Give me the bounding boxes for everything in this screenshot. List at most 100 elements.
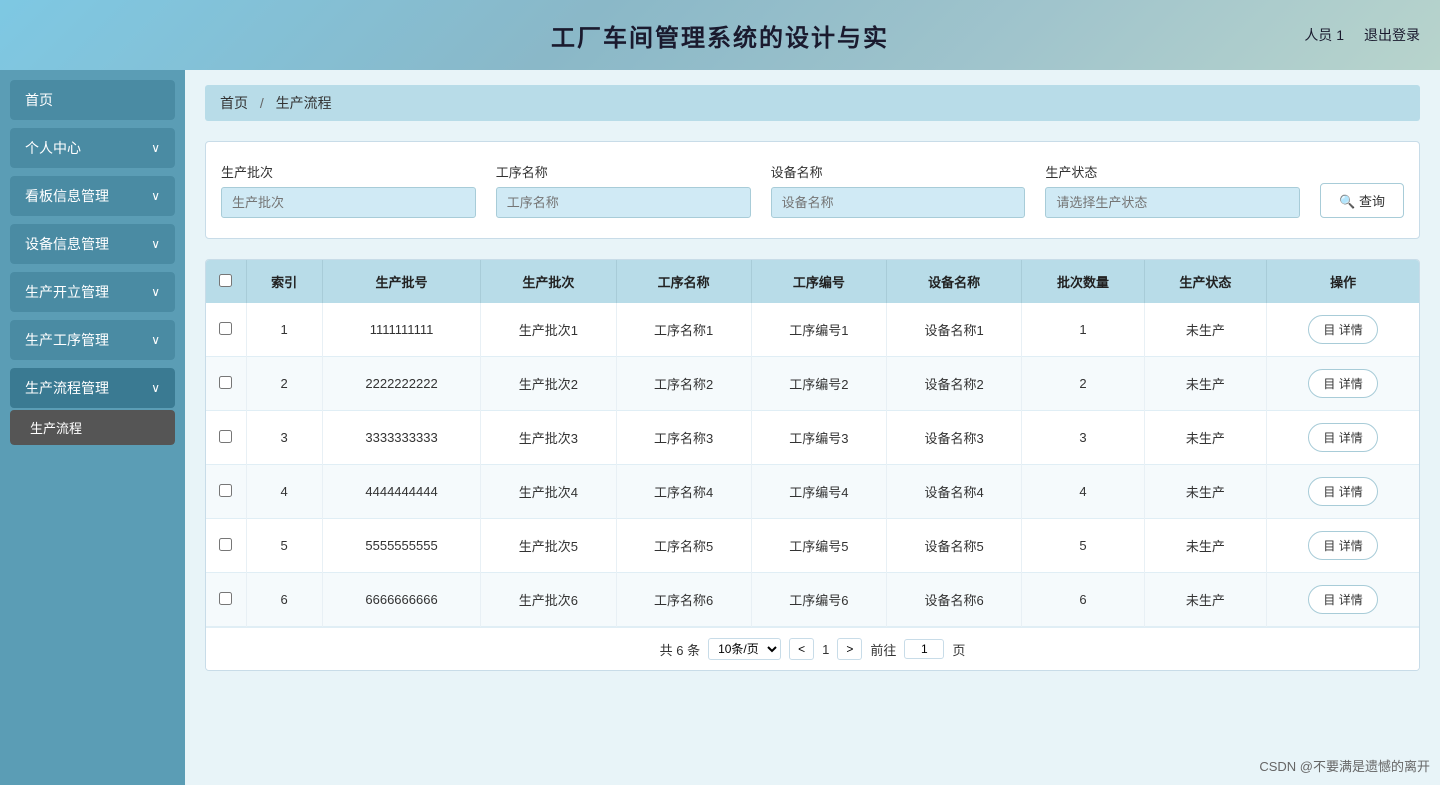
row-process-no: 工序编号5	[751, 519, 886, 573]
sidebar-item-production-flow-sub[interactable]: 生产流程	[10, 410, 175, 445]
row-batch-no: 2222222222	[322, 357, 480, 411]
row-index: 5	[246, 519, 322, 573]
layout: 首页 个人中心 ∨ 看板信息管理 ∨ 设备信息管理 ∨	[0, 70, 1440, 785]
pagination-next-button[interactable]: >	[837, 638, 862, 660]
row-status: 未生产	[1144, 519, 1266, 573]
row-device: 设备名称2	[887, 357, 1022, 411]
row-index: 4	[246, 465, 322, 519]
search-field-status: 生产状态	[1045, 162, 1300, 218]
user-info: 人员 1	[1304, 25, 1344, 45]
row-batch-no: 1111111111	[322, 303, 480, 357]
detail-button[interactable]: 目 详情	[1308, 477, 1377, 506]
th-action: 操作	[1267, 260, 1419, 303]
row-action: 目 详情	[1267, 357, 1419, 411]
header: 工厂车间管理系统的设计与实 人员 1 退出登录	[0, 0, 1440, 70]
search-input-batch[interactable]	[221, 187, 476, 218]
sidebar-equipment-label: 设备信息管理	[25, 234, 109, 254]
row-status: 未生产	[1144, 411, 1266, 465]
row-checkbox-cell	[206, 303, 246, 357]
th-batch: 生产批次	[481, 260, 616, 303]
sidebar-production-process-button[interactable]: 生产工序管理 ∨	[10, 320, 175, 360]
sidebar-home-button[interactable]: 首页	[10, 80, 175, 120]
detail-button[interactable]: 目 详情	[1308, 423, 1377, 452]
search-label-batch: 生产批次	[221, 162, 476, 181]
row-index: 3	[246, 411, 322, 465]
search-label-status: 生产状态	[1045, 162, 1300, 181]
sidebar-production-flow-button[interactable]: 生产流程管理 ∨	[10, 368, 175, 408]
sidebar: 首页 个人中心 ∨ 看板信息管理 ∨ 设备信息管理 ∨	[0, 70, 185, 785]
search-label-process-name: 工序名称	[496, 162, 751, 181]
row-process-name: 工序名称2	[616, 357, 751, 411]
row-checkbox[interactable]	[219, 592, 232, 605]
row-batch: 生产批次4	[481, 465, 616, 519]
pagination-prev-button[interactable]: <	[789, 638, 814, 660]
row-process-no: 工序编号1	[751, 303, 886, 357]
breadcrumb-separator: /	[260, 95, 264, 111]
pagination-page-number: 1	[822, 642, 829, 657]
row-action: 目 详情	[1267, 573, 1419, 627]
pagination-goto-input[interactable]	[904, 639, 944, 659]
row-checkbox[interactable]	[219, 538, 232, 551]
table: 索引 生产批号 生产批次 工序名称 工序编号 设备名称 批次数量 生产状态 操作	[206, 260, 1419, 627]
th-quantity: 批次数量	[1022, 260, 1144, 303]
row-device: 设备名称3	[887, 411, 1022, 465]
row-quantity: 2	[1022, 357, 1144, 411]
search-button[interactable]: 🔍 查询	[1320, 183, 1404, 218]
row-checkbox[interactable]	[219, 322, 232, 335]
row-batch-no: 4444444444	[322, 465, 480, 519]
search-field-batch: 生产批次	[221, 162, 476, 218]
detail-button[interactable]: 目 详情	[1308, 315, 1377, 344]
table-row: 5 5555555555 生产批次5 工序名称5 工序编号5 设备名称5 5 未…	[206, 519, 1419, 573]
sidebar-production-open-button[interactable]: 生产开立管理 ∨	[10, 272, 175, 312]
sidebar-equipment-button[interactable]: 设备信息管理 ∨	[10, 224, 175, 264]
search-input-process-name[interactable]	[496, 187, 751, 218]
pagination-page-unit: 页	[952, 640, 965, 659]
row-quantity: 5	[1022, 519, 1144, 573]
sidebar-item-production-process: 生产工序管理 ∨	[10, 320, 175, 360]
row-batch-no: 5555555555	[322, 519, 480, 573]
row-batch: 生产批次6	[481, 573, 616, 627]
row-batch: 生产批次2	[481, 357, 616, 411]
row-index: 6	[246, 573, 322, 627]
row-batch: 生产批次3	[481, 411, 616, 465]
sidebar-production-flow-label: 生产流程管理	[25, 378, 109, 398]
row-checkbox-cell	[206, 465, 246, 519]
sidebar-personal-button[interactable]: 个人中心 ∨	[10, 128, 175, 168]
detail-button[interactable]: 目 详情	[1308, 585, 1377, 614]
sidebar-item-equipment: 设备信息管理 ∨	[10, 224, 175, 264]
row-quantity: 4	[1022, 465, 1144, 519]
search-input-status[interactable]	[1045, 187, 1300, 218]
table-header-row: 索引 生产批号 生产批次 工序名称 工序编号 设备名称 批次数量 生产状态 操作	[206, 260, 1419, 303]
detail-button[interactable]: 目 详情	[1308, 369, 1377, 398]
row-status: 未生产	[1144, 303, 1266, 357]
row-batch-no: 6666666666	[322, 573, 480, 627]
row-process-no: 工序编号3	[751, 411, 886, 465]
row-checkbox[interactable]	[219, 376, 232, 389]
detail-button[interactable]: 目 详情	[1308, 531, 1377, 560]
sidebar-item-production-open: 生产开立管理 ∨	[10, 272, 175, 312]
search-input-device-name[interactable]	[771, 187, 1026, 218]
main-content: 首页 / 生产流程 生产批次 工序名称 设备名称 生产状态	[185, 70, 1440, 785]
breadcrumb-home[interactable]: 首页	[220, 95, 248, 111]
row-checkbox[interactable]	[219, 430, 232, 443]
row-process-name: 工序名称1	[616, 303, 751, 357]
search-icon: 🔍	[1339, 194, 1355, 209]
row-status: 未生产	[1144, 357, 1266, 411]
page-size-select[interactable]: 10条/页 20条/页 50条/页	[708, 638, 781, 660]
row-checkbox[interactable]	[219, 484, 232, 497]
sidebar-production-process-label: 生产工序管理	[25, 330, 109, 350]
th-checkbox	[206, 260, 246, 303]
sidebar-personal-label: 个人中心	[25, 138, 81, 158]
logout-button[interactable]: 退出登录	[1364, 25, 1420, 45]
row-process-no: 工序编号2	[751, 357, 886, 411]
pagination-total: 共 6 条	[660, 640, 700, 659]
sidebar-item-home: 首页	[10, 80, 175, 120]
select-all-checkbox[interactable]	[219, 274, 232, 287]
row-checkbox-cell	[206, 411, 246, 465]
search-button-label: 查询	[1359, 194, 1385, 209]
chevron-down-icon: ∨	[151, 141, 160, 155]
table-row: 2 2222222222 生产批次2 工序名称2 工序编号2 设备名称2 2 未…	[206, 357, 1419, 411]
sidebar-kanban-button[interactable]: 看板信息管理 ∨	[10, 176, 175, 216]
table-row: 1 1111111111 生产批次1 工序名称1 工序编号1 设备名称1 1 未…	[206, 303, 1419, 357]
search-label-device-name: 设备名称	[771, 162, 1026, 181]
